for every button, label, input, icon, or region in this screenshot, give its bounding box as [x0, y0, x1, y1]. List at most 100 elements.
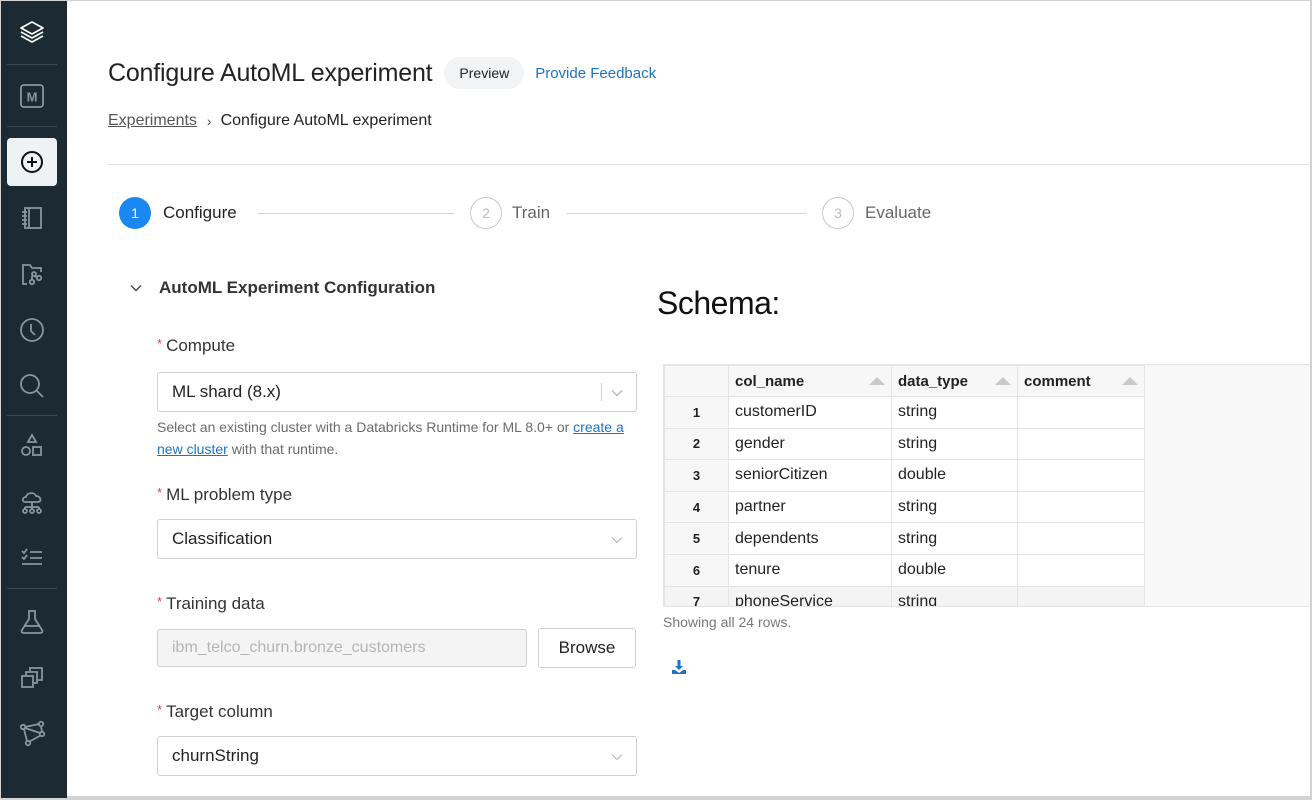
- row-index: 2: [664, 427, 729, 461]
- table-row[interactable]: 5 dependents string: [664, 522, 1145, 555]
- section-title: AutoML Experiment Configuration: [159, 278, 436, 297]
- clock-icon: [20, 318, 44, 342]
- svg-text:M: M: [27, 90, 38, 105]
- chevron-down-icon: [130, 285, 142, 292]
- schema-title: Schema:: [657, 285, 780, 321]
- problem-type-select[interactable]: Classification: [157, 519, 637, 559]
- compute-select[interactable]: ML shard (8.x): [157, 372, 637, 412]
- plus-circle-icon: [21, 151, 43, 173]
- chevron-down-icon: [611, 754, 623, 761]
- problem-type-label: * ML problem type: [157, 485, 293, 504]
- col-name-cell: customerID: [728, 396, 892, 429]
- data-type-cell: string: [891, 522, 1018, 555]
- sidebar-item-clusters[interactable]: [7, 478, 57, 526]
- comment-cell: [1017, 459, 1145, 492]
- workspace-m-icon: M: [20, 84, 44, 108]
- required-asterisk: *: [157, 594, 163, 609]
- cloud-network-icon: [21, 492, 42, 514]
- data-type-header[interactable]: data_type: [891, 365, 1018, 397]
- compute-select-value: ML shard (8.x): [172, 382, 281, 401]
- page-title: Configure AutoML experiment: [108, 58, 433, 87]
- col-name-cell: phoneService: [728, 585, 892, 606]
- sidebar-item-home[interactable]: [7, 9, 57, 57]
- training-data-label: * Training data: [157, 594, 265, 613]
- model-graph-icon: [19, 720, 46, 747]
- table-row[interactable]: 4 partner string: [664, 490, 1145, 524]
- required-asterisk: *: [157, 485, 163, 500]
- data-type-cell: double: [891, 459, 1018, 492]
- col-name-cell: gender: [728, 427, 892, 461]
- sidebar-item-workspace[interactable]: M: [7, 72, 57, 120]
- row-index: 4: [664, 490, 729, 524]
- config-section-toggle[interactable]: AutoML Experiment Configuration: [129, 278, 435, 298]
- step-2-label: Train: [512, 203, 551, 222]
- col-name-header[interactable]: col_name: [728, 365, 892, 397]
- row-index: 3: [664, 459, 729, 492]
- sidebar: M: [1, 1, 67, 798]
- stacked-squares-icon: [21, 667, 43, 688]
- table-row[interactable]: 3 seniorCitizen double: [664, 459, 1145, 492]
- sidebar-item-search[interactable]: [7, 362, 57, 410]
- step-1-label: Configure: [163, 203, 237, 222]
- breadcrumb-experiments-link[interactable]: Experiments: [108, 112, 197, 130]
- required-asterisk: *: [157, 702, 163, 717]
- data-type-cell: string: [891, 396, 1018, 429]
- comment-cell: [1017, 585, 1145, 606]
- target-column-select[interactable]: churnString: [157, 736, 637, 776]
- sidebar-item-jobs[interactable]: [7, 534, 57, 582]
- step-connector: [567, 213, 807, 214]
- problem-type-value: Classification: [172, 529, 273, 548]
- table-row[interactable]: 7 phoneService string: [664, 585, 1145, 606]
- flask-icon: [20, 610, 44, 634]
- sidebar-item-experiments[interactable]: [7, 598, 57, 646]
- sort-ascending-icon[interactable]: [995, 377, 1011, 385]
- download-icon[interactable]: [669, 657, 689, 677]
- compute-label: * Compute: [157, 336, 236, 355]
- sidebar-item-data[interactable]: [7, 422, 57, 470]
- target-column-label: * Target column: [157, 702, 273, 721]
- col-name-cell: tenure: [728, 553, 892, 587]
- browse-button[interactable]: Browse: [538, 628, 636, 668]
- app-frame: M Configure AutoML experiment Preview Pr…: [1, 1, 1310, 798]
- step-1-indicator: 1: [119, 197, 151, 229]
- sidebar-item-create[interactable]: [7, 138, 57, 186]
- table-body: 1 customerID string 2 gender string 3 seniorCit…: [664, 396, 1145, 606]
- data-type-cell: string: [891, 427, 1018, 461]
- table-row[interactable]: 6 tenure double: [664, 553, 1145, 587]
- compute-help-text: Select an existing cluster with a Databr…: [157, 419, 624, 457]
- repo-folder-icon: [22, 264, 43, 286]
- databricks-layers-icon: [20, 21, 44, 43]
- col-name-cell: seniorCitizen: [728, 459, 892, 492]
- breadcrumb-separator-icon: ›: [206, 113, 212, 129]
- bottom-border: [67, 796, 1310, 798]
- comment-cell: [1017, 490, 1145, 524]
- sidebar-item-repos[interactable]: [7, 250, 57, 298]
- comment-header[interactable]: comment: [1017, 365, 1145, 397]
- chevron-down-icon: [611, 537, 623, 544]
- step-2-indicator: 2: [470, 197, 502, 229]
- breadcrumb: Experiments › Configure AutoML experimen…: [108, 112, 432, 130]
- schema-table: col_name data_type comment 1 customerID st…: [664, 365, 1145, 606]
- row-index: 6: [664, 553, 729, 587]
- search-icon: [20, 374, 44, 398]
- sidebar-item-feature-store[interactable]: [7, 654, 57, 702]
- target-column-value: churnString: [172, 746, 259, 765]
- index-header: [664, 365, 729, 397]
- sidebar-item-models[interactable]: [7, 709, 57, 757]
- provide-feedback-link[interactable]: Provide Feedback: [535, 65, 656, 82]
- sidebar-divider: [7, 126, 57, 127]
- training-data-input: ibm_telco_churn.bronze_customers: [157, 629, 527, 667]
- table-row[interactable]: 2 gender string: [664, 427, 1145, 461]
- required-asterisk: *: [157, 336, 163, 351]
- sidebar-item-recents[interactable]: [7, 306, 57, 354]
- row-count-text: Showing all 24 rows.: [663, 614, 792, 630]
- table-row[interactable]: 1 customerID string: [664, 396, 1145, 429]
- shapes-icon: [21, 433, 42, 456]
- sort-ascending-icon[interactable]: [1122, 377, 1138, 385]
- sidebar-item-notebooks[interactable]: [7, 194, 57, 242]
- data-type-cell: double: [891, 553, 1018, 587]
- schema-table-container[interactable]: col_name data_type comment 1 customerID st…: [663, 364, 1310, 607]
- stepper: 1 Configure 2 Train 3 Evaluate: [119, 197, 949, 231]
- breadcrumb-current: Configure AutoML experiment: [220, 112, 432, 129]
- sort-ascending-icon[interactable]: [869, 377, 885, 385]
